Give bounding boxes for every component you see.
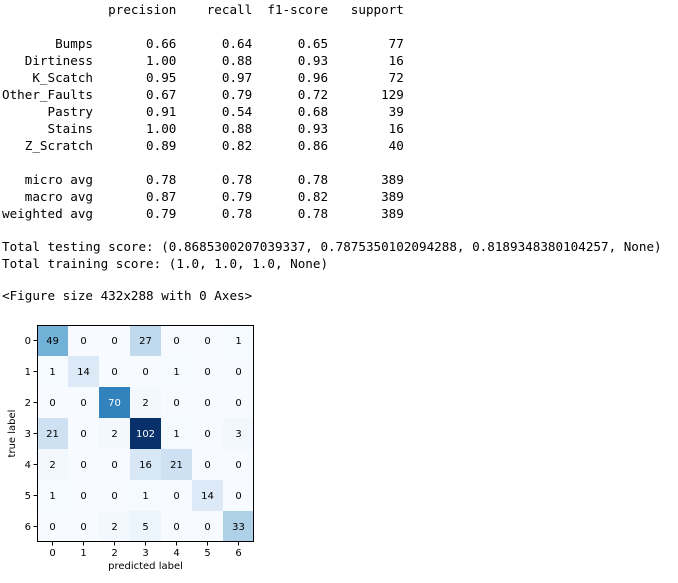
x-tick-label: 0 (49, 548, 55, 559)
matrix-cell-value: 14 (201, 491, 214, 502)
matrix-cell-value: 70 (108, 398, 121, 409)
y-tick-label: 5 (25, 491, 31, 502)
report-row-macro-avg: macro avg 0.87 0.79 0.82 389 (2, 189, 404, 204)
matrix-cell-value: 0 (80, 429, 86, 440)
matrix-cell-value: 0 (173, 398, 179, 409)
matrix-cell-value: 0 (111, 336, 117, 347)
matrix-cell-value: 3 (235, 429, 241, 440)
testing-score: Total testing score: (0.8685300207039337… (2, 239, 662, 254)
matrix-cell-value: 0 (173, 522, 179, 533)
report-header: precision recall f1-score support (2, 2, 404, 17)
matrix-cell-value: 1 (173, 367, 179, 378)
report-row-bumps: Bumps 0.66 0.64 0.65 77 (2, 36, 404, 51)
y-tick-label: 6 (25, 522, 31, 533)
matrix-cell-value: 0 (80, 336, 86, 347)
matrix-cell-value: 0 (235, 367, 241, 378)
matrix-cell-value: 0 (173, 491, 179, 502)
matrix-cell-value: 2 (142, 398, 148, 409)
matrix-cell-value: 21 (46, 429, 59, 440)
matrix-cell-value: 0 (49, 398, 55, 409)
matrix-cell-value: 102 (136, 429, 155, 440)
matrix-cell-value: 0 (111, 491, 117, 502)
figure-size-output: <Figure size 432x288 with 0 Axes> (2, 288, 253, 303)
x-tick-label: 2 (111, 548, 117, 559)
matrix-cell-value: 1 (235, 336, 241, 347)
x-tick-label: 1 (80, 548, 86, 559)
matrix-cell-value: 0 (235, 491, 241, 502)
classification-report: precision recall f1-score support Bumps … (2, 1, 404, 222)
matrix-cell-value: 0 (235, 460, 241, 471)
matrix-cell-value: 49 (46, 336, 59, 347)
report-row-dirtiness: Dirtiness 1.00 0.88 0.93 16 (2, 53, 404, 68)
matrix-cell-value: 0 (111, 460, 117, 471)
y-tick-label: 3 (25, 429, 31, 440)
matrix-cell-value: 0 (142, 367, 148, 378)
matrix-cell-value: 0 (204, 367, 210, 378)
matrix-cell-value: 0 (80, 460, 86, 471)
y-tick-label: 1 (25, 367, 31, 378)
matrix-cell-value: 0 (80, 491, 86, 502)
matrix-cell-value: 2 (49, 460, 55, 471)
report-row-micro-avg: micro avg 0.78 0.78 0.78 389 (2, 172, 404, 187)
matrix-cell-value: 27 (139, 336, 152, 347)
training-score: Total training score: (1.0, 1.0, 1.0, No… (2, 256, 329, 271)
report-row-weighted-avg: weighted avg 0.79 0.78 0.78 389 (2, 206, 404, 221)
matrix-cell-value: 2 (111, 522, 117, 533)
matrix-cell-value: 33 (232, 522, 245, 533)
score-output: Total testing score: (0.8685300207039337… (2, 238, 662, 272)
matrix-cell-value: 1 (49, 367, 55, 378)
matrix-cell-value: 0 (204, 336, 210, 347)
matrix-cell-value: 0 (204, 460, 210, 471)
matrix-cell-value: 0 (235, 398, 241, 409)
x-tick-label: 6 (235, 548, 241, 559)
matrix-cell-value: 5 (142, 522, 148, 533)
matrix-cell-value: 21 (170, 460, 183, 471)
matrix-cell-value: 2 (111, 429, 117, 440)
x-tick-label: 5 (204, 548, 210, 559)
y-axis-label: true label (7, 410, 18, 458)
report-row-k-scatch: K_Scatch 0.95 0.97 0.96 72 (2, 70, 404, 85)
matrix-cell-value: 0 (80, 522, 86, 533)
matrix-cell-value: 0 (204, 398, 210, 409)
matrix-cell-value: 0 (204, 429, 210, 440)
matrix-cell-value: 1 (49, 491, 55, 502)
matrix-cell-value: 14 (77, 367, 90, 378)
matrix-cell-value: 1 (173, 429, 179, 440)
y-tick-label: 0 (25, 336, 31, 347)
confusion-matrix-chart: 49 0 0 27 0 0 11 14 0 0 1 0 00 0 70 2 0 0 021 0 2 102 1 0 32 0 0 16… (7, 325, 254, 572)
report-row-other-faults: Other_Faults 0.67 0.79 0.72 129 (2, 87, 404, 102)
matrix-cell-value: 0 (49, 522, 55, 533)
confusion-matrix-cells: 49 0 0 27 0 0 11 14 0 0 1 0 00 0 70 2 0 0 021 0 2 102 1 0 32 0 0 16… (37, 325, 254, 542)
matrix-cell-value: 0 (80, 398, 86, 409)
matrix-cell-value: 0 (111, 367, 117, 378)
x-tick-label: 3 (142, 548, 148, 559)
matrix-cell-value: 16 (139, 460, 152, 471)
x-tick-label: 4 (173, 548, 179, 559)
x-axis-label: predicted label (108, 561, 183, 572)
report-row-z-scratch: Z_Scratch 0.89 0.82 0.86 40 (2, 138, 404, 153)
report-row-stains: Stains 1.00 0.88 0.93 16 (2, 121, 404, 136)
matrix-cell-value: 0 (173, 336, 179, 347)
report-row-pastry: Pastry 0.91 0.54 0.68 39 (2, 104, 404, 119)
y-tick-label: 2 (25, 398, 31, 409)
matrix-cell-value: 1 (142, 491, 148, 502)
y-tick-label: 4 (25, 460, 31, 471)
matrix-cell-value: 0 (204, 522, 210, 533)
